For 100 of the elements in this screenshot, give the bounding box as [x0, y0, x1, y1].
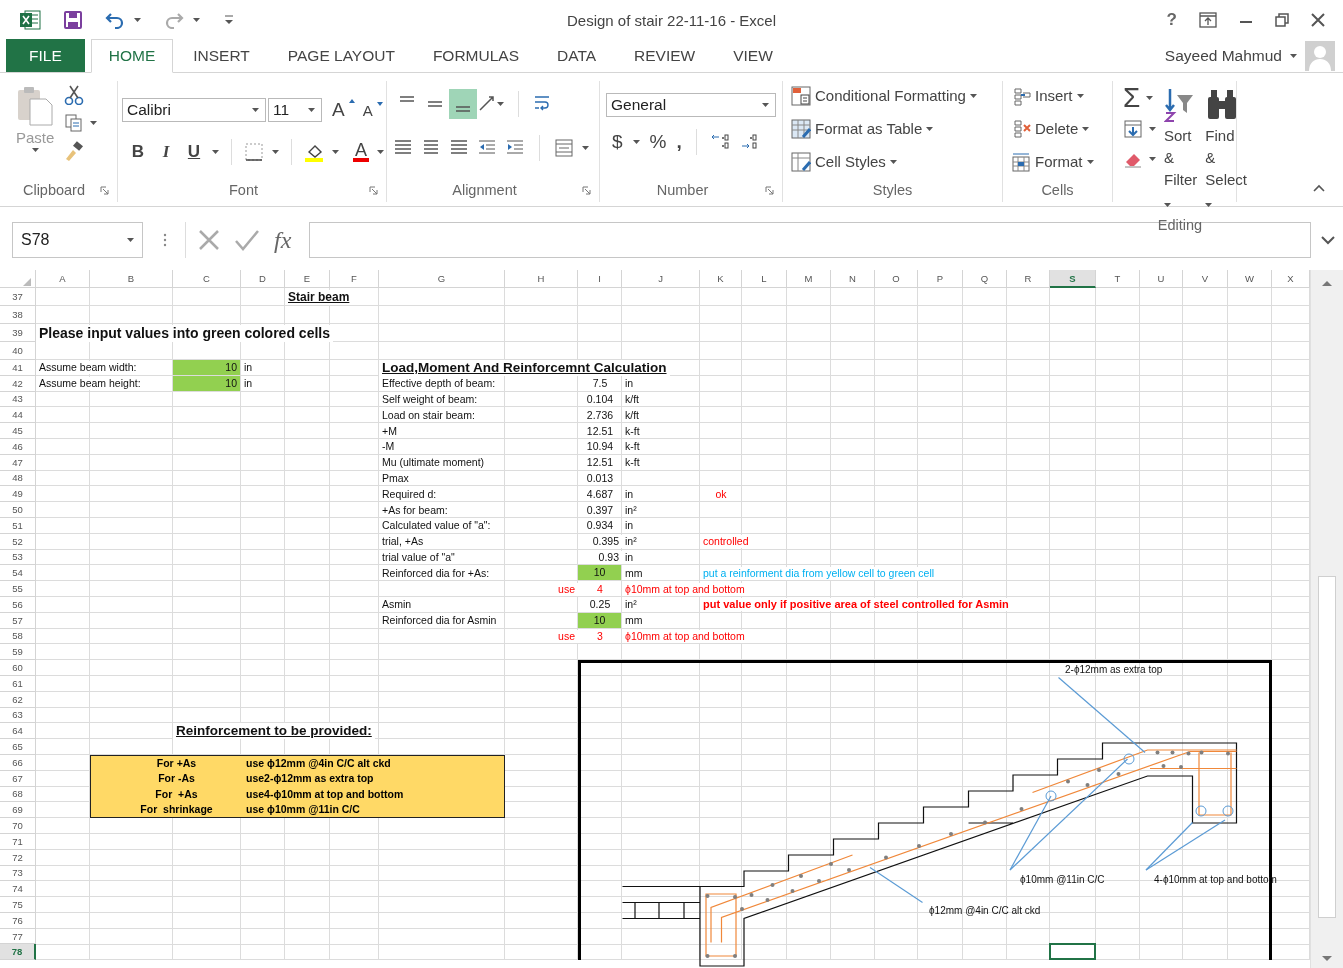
- column-header[interactable]: E: [285, 270, 330, 288]
- user-name[interactable]: Sayeed Mahmud: [1164, 47, 1282, 65]
- delete-cells-icon[interactable]: [1011, 118, 1031, 139]
- ribbon-tab[interactable]: INSERT: [175, 39, 268, 72]
- format-cells-icon[interactable]: [1011, 151, 1031, 172]
- ribbon-button[interactable]: Sort & Filter: [1164, 87, 1198, 213]
- caret-icon[interactable]: [1146, 96, 1154, 100]
- column-header[interactable]: Q: [963, 270, 1007, 288]
- active-cell[interactable]: [1049, 943, 1096, 961]
- row-header[interactable]: 39: [0, 324, 36, 342]
- column-header[interactable]: F: [330, 270, 379, 288]
- row-header[interactable]: 37: [0, 288, 36, 306]
- ribbon-button[interactable]: Find & Select: [1205, 87, 1247, 213]
- caret-icon[interactable]: [1076, 93, 1084, 98]
- row-header[interactable]: 45: [0, 423, 36, 439]
- caret-icon[interactable]: [497, 102, 504, 106]
- more-options-icon[interactable]: [163, 233, 167, 247]
- percent-button[interactable]: %: [649, 131, 667, 153]
- row-header[interactable]: 75: [0, 897, 36, 913]
- borders-icon[interactable]: [244, 142, 264, 162]
- column-header[interactable]: W: [1228, 270, 1272, 288]
- caret-icon[interactable]: [252, 108, 259, 112]
- font-color-button[interactable]: A: [353, 142, 369, 162]
- font-size-field[interactable]: 11: [268, 98, 322, 122]
- input-cell[interactable]: 10: [578, 565, 621, 581]
- undo-icon[interactable]: [105, 11, 125, 29]
- grow-font-button[interactable]: A: [332, 99, 355, 121]
- row-header[interactable]: 60: [0, 660, 36, 676]
- copy-icon[interactable]: [64, 113, 85, 133]
- column-header[interactable]: P: [918, 270, 963, 288]
- input-cell[interactable]: 10: [173, 375, 240, 391]
- column-header[interactable]: G: [379, 270, 505, 288]
- column-header[interactable]: T: [1096, 270, 1140, 288]
- input-cell[interactable]: 10: [173, 360, 240, 375]
- ribbon-button[interactable]: Format: [1011, 147, 1104, 176]
- dialog-launcher-icon[interactable]: [765, 185, 774, 195]
- scroll-up-icon[interactable]: [1322, 280, 1332, 286]
- column-header[interactable]: X: [1272, 270, 1310, 288]
- caret-icon[interactable]: [1164, 203, 1171, 207]
- caret-icon[interactable]: [308, 108, 315, 112]
- caret-icon[interactable]: [582, 146, 589, 150]
- bold-button[interactable]: B: [128, 142, 148, 162]
- save-icon[interactable]: [64, 11, 82, 29]
- caret-icon[interactable]: [90, 121, 98, 125]
- scrollbar-thumb[interactable]: [1318, 576, 1336, 918]
- shrink-font-button[interactable]: A: [362, 101, 383, 119]
- caret-icon[interactable]: [969, 93, 977, 98]
- collapse-ribbon-icon[interactable]: [1313, 184, 1325, 192]
- row-header[interactable]: 64: [0, 723, 36, 740]
- row-header[interactable]: 41: [0, 360, 36, 376]
- caret-icon[interactable]: [1290, 54, 1297, 58]
- column-header[interactable]: L: [742, 270, 787, 288]
- row-header[interactable]: 44: [0, 407, 36, 424]
- ribbon-button[interactable]: Delete: [1011, 114, 1104, 143]
- column-header[interactable]: U: [1140, 270, 1183, 288]
- row-header[interactable]: 50: [0, 502, 36, 518]
- name-box[interactable]: S78: [12, 222, 143, 258]
- column-header[interactable]: M: [787, 270, 831, 288]
- column-header[interactable]: D: [241, 270, 285, 288]
- row-header[interactable]: 49: [0, 486, 36, 503]
- ribbon-display-icon[interactable]: [1199, 12, 1217, 28]
- column-header[interactable]: C: [173, 270, 241, 288]
- column-header[interactable]: O: [875, 270, 918, 288]
- caret-icon[interactable]: [762, 103, 769, 107]
- caret-icon[interactable]: [1149, 157, 1156, 161]
- caret-icon[interactable]: [31, 148, 39, 152]
- caret-icon[interactable]: [193, 18, 200, 22]
- row-header[interactable]: 40: [0, 342, 36, 360]
- input-cell[interactable]: 10: [578, 612, 621, 628]
- italic-button[interactable]: I: [156, 142, 176, 162]
- cut-icon[interactable]: [64, 85, 85, 105]
- sort-filter-icon[interactable]: [1164, 87, 1196, 123]
- column-header[interactable]: S: [1050, 270, 1096, 288]
- caret-icon[interactable]: [134, 18, 141, 22]
- expand-formula-icon[interactable]: [1321, 235, 1335, 245]
- row-header[interactable]: 38: [0, 306, 36, 324]
- format-table-icon[interactable]: [791, 118, 811, 139]
- row-header[interactable]: 70: [0, 818, 36, 834]
- ribbon-button[interactable]: Cell Styles: [791, 147, 994, 176]
- row-header[interactable]: 78: [0, 944, 36, 961]
- fill-down-icon[interactable]: [1123, 119, 1143, 139]
- caret-icon[interactable]: [1149, 127, 1156, 131]
- caret-icon[interactable]: [332, 150, 339, 154]
- conditional-formatting-icon[interactable]: [791, 85, 811, 106]
- insert-cells-icon[interactable]: [1011, 85, 1031, 106]
- file-menu-button[interactable]: FILE: [6, 39, 85, 72]
- column-header[interactable]: V: [1183, 270, 1228, 288]
- dialog-launcher-icon[interactable]: [369, 185, 378, 195]
- ribbon-tab[interactable]: REVIEW: [616, 39, 714, 72]
- help-button[interactable]: ?: [1166, 10, 1177, 30]
- caret-icon[interactable]: [926, 126, 934, 131]
- autosum-button[interactable]: Σ: [1123, 87, 1141, 109]
- clipboard-icon[interactable]: [16, 85, 55, 127]
- font-name-field[interactable]: Calibri: [122, 98, 266, 122]
- row-header[interactable]: 74: [0, 881, 36, 898]
- row-header[interactable]: 65: [0, 739, 36, 755]
- currency-button[interactable]: $: [612, 131, 623, 153]
- column-header[interactable]: K: [700, 270, 742, 288]
- dialog-launcher-icon[interactable]: [582, 185, 591, 195]
- comma-style-button[interactable]: ,: [676, 131, 682, 153]
